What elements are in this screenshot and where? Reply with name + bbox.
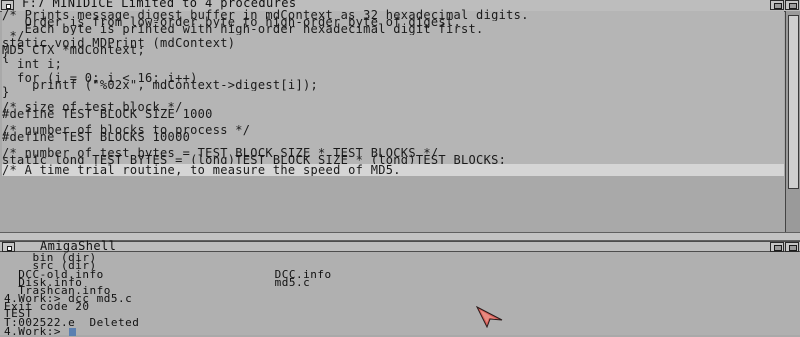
code-line-current[interactable]: /* A time trial routine, to measure the … [2, 164, 784, 176]
shell-prompt: 4.Work:> [4, 327, 69, 337]
shell-title: AmigaShell [40, 239, 117, 253]
code-area[interactable]: /* Prints message digest buffer in mdCon… [2, 9, 784, 176]
shell-title-bar[interactable]: AmigaShell [0, 239, 800, 253]
mouse-pointer-icon [476, 306, 503, 328]
depth-icon[interactable] [785, 242, 799, 252]
editor-title: F:7 MINIDICE Limited to 4 procedures [22, 0, 297, 10]
shell-window: AmigaShell bin (dir) src (dir) DCC-old.i… [0, 239, 800, 337]
editor-bottom-border [0, 232, 800, 241]
zoom-icon[interactable] [770, 242, 784, 252]
shell-console[interactable]: bin (dir) src (dir) DCC-old.info DCC.inf… [4, 253, 800, 337]
editor-empty-area[interactable] [2, 176, 784, 232]
shell-prompt-line[interactable]: 4.Work:> [4, 327, 784, 337]
vertical-scrollbar[interactable] [785, 11, 800, 232]
close-icon[interactable] [2, 242, 15, 252]
depth-icon[interactable] [785, 0, 799, 10]
editor-window: F:7 MINIDICE Limited to 4 procedures /* … [0, 0, 800, 241]
scrollbar-knob[interactable] [788, 15, 799, 189]
